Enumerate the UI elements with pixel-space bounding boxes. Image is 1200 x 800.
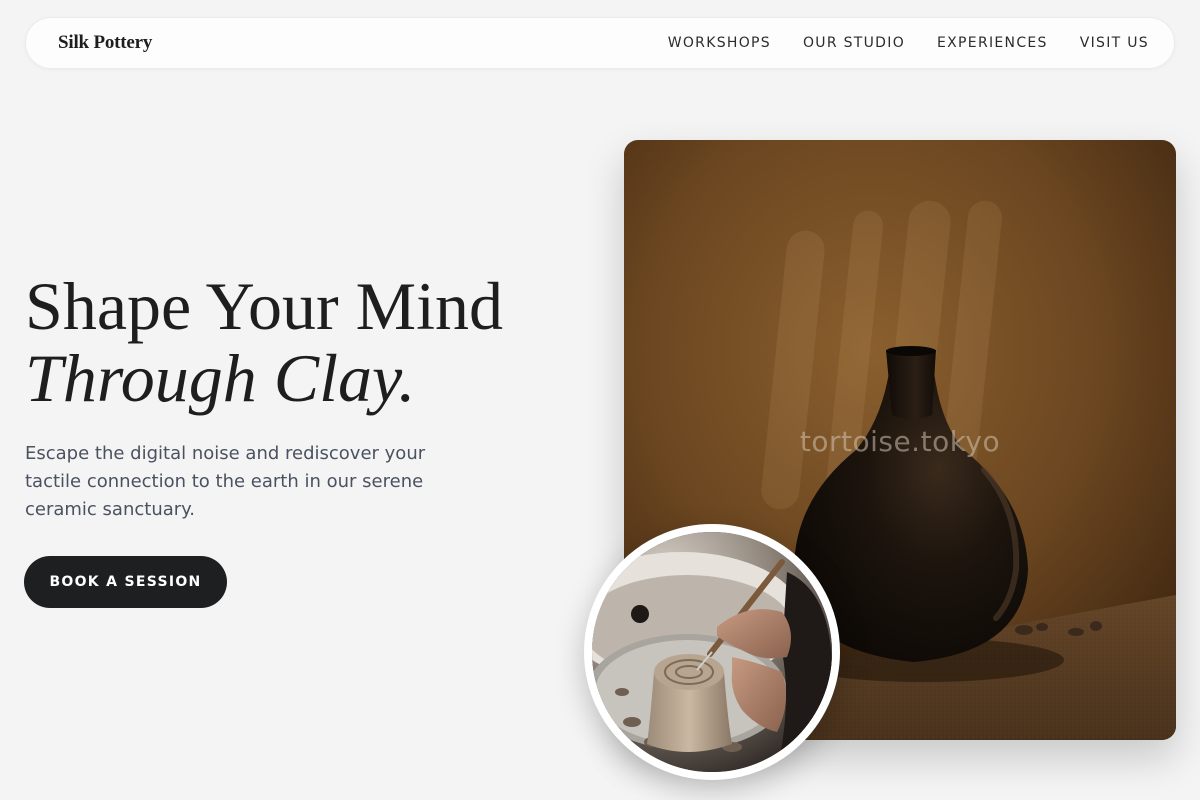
hero-title: Shape Your Mind Through Clay.	[25, 270, 503, 414]
nav-link-experiences[interactable]: EXPERIENCES	[937, 35, 1048, 51]
pottery-wheel-photo	[584, 524, 840, 780]
book-session-button[interactable]: BOOK A SESSION	[24, 556, 227, 608]
hero-title-line1: Shape Your Mind	[25, 268, 503, 344]
nav-link-workshops[interactable]: WORKSHOPS	[668, 35, 771, 51]
nav-link-our-studio[interactable]: OUR STUDIO	[803, 35, 905, 51]
hero-title-line2: Through Clay.	[25, 340, 416, 416]
top-navbar: Silk Pottery WORKSHOPS OUR STUDIO EXPERI…	[25, 17, 1175, 69]
brand-logo[interactable]: Silk Pottery	[58, 32, 152, 54]
image-watermark: tortoise.tokyo	[799, 425, 1001, 458]
pottery-wheel-illustration	[592, 532, 832, 772]
nav-links: WORKSHOPS OUR STUDIO EXPERIENCES VISIT U…	[668, 35, 1149, 51]
nav-link-visit-us[interactable]: VISIT US	[1080, 35, 1149, 51]
hero-description: Escape the digital noise and rediscover …	[25, 443, 426, 520]
